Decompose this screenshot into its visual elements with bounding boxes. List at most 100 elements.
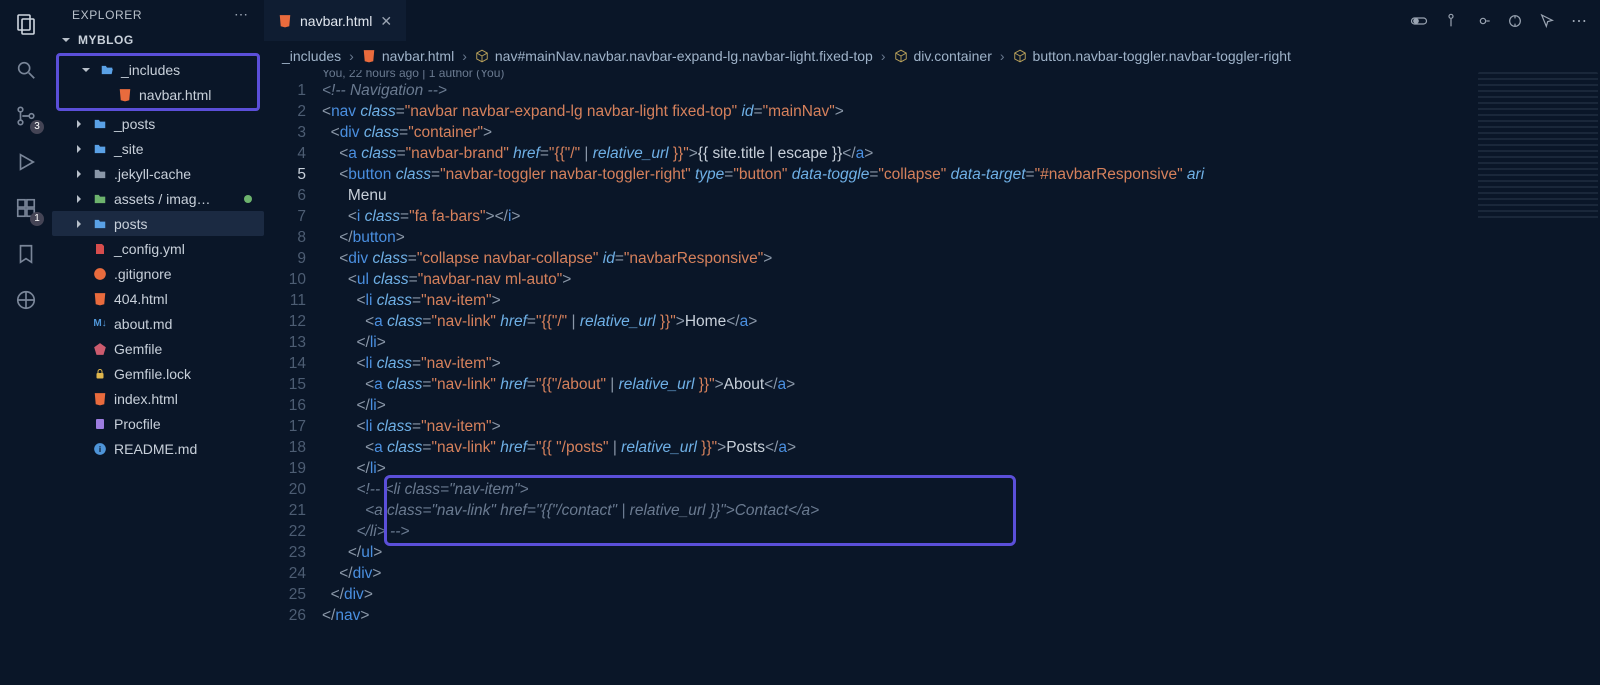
tree-item[interactable]: Gemfile.lock: [52, 361, 264, 386]
tree-item-label: _includes: [121, 62, 180, 78]
chevron-icon: [72, 168, 86, 180]
file-icon: [117, 87, 133, 103]
file-icon: [92, 391, 108, 407]
code-line[interactable]: <a class="nav-link" href="{{"/about" | r…: [322, 374, 1600, 395]
breadcrumb-segment[interactable]: nav#mainNav.navbar.navbar-expand-lg.navb…: [475, 48, 873, 64]
extensions-icon[interactable]: 1: [12, 194, 40, 222]
section-header[interactable]: MYBLOG: [52, 29, 264, 51]
breadcrumb-segment[interactable]: _includes: [282, 48, 341, 64]
tree-item[interactable]: _site: [52, 136, 264, 161]
tree-item[interactable]: Procfile: [52, 411, 264, 436]
minimap[interactable]: [1478, 72, 1598, 222]
toggle-icon[interactable]: [1410, 12, 1428, 30]
tree-item[interactable]: _config.yml: [52, 236, 264, 261]
chevron-down-icon: [60, 34, 72, 46]
tree-item[interactable]: M↓about.md: [52, 311, 264, 336]
html-icon: [278, 14, 292, 28]
split-editor-icon[interactable]: [1474, 12, 1492, 30]
code-line[interactable]: <!-- <li class="nav-item">: [322, 479, 1600, 500]
code-line[interactable]: </li>: [322, 458, 1600, 479]
chevron-icon: [72, 218, 86, 230]
code-line[interactable]: </ul>: [322, 542, 1600, 563]
breadcrumb-separator: ›: [349, 48, 354, 64]
chevron-icon: [79, 64, 93, 76]
code-editor[interactable]: 1234567891011121314151617181920212223242…: [264, 70, 1600, 685]
close-icon[interactable]: ✕: [380, 13, 392, 30]
code-content[interactable]: You, 22 hours ago | 1 author (You) <!-- …: [322, 70, 1600, 685]
code-line[interactable]: </li>: [322, 332, 1600, 353]
breadcrumb-segment[interactable]: navbar.html: [362, 48, 454, 64]
code-line[interactable]: <i class="fa fa-bars"></i>: [322, 206, 1600, 227]
explorer-icon[interactable]: [12, 10, 40, 38]
file-icon: [99, 62, 115, 78]
code-line[interactable]: <li class="nav-item">: [322, 353, 1600, 374]
sync-icon[interactable]: [1506, 12, 1524, 30]
code-line[interactable]: <nav class="navbar navbar-expand-lg navb…: [322, 101, 1600, 122]
tree-item-label: .gitignore: [114, 266, 172, 282]
breadcrumb-separator: ›: [881, 48, 886, 64]
code-line[interactable]: <ul class="navbar-nav ml-auto">: [322, 269, 1600, 290]
highlighted-tree-region: _includes navbar.html: [56, 53, 260, 111]
cursor-icon[interactable]: [1538, 12, 1556, 30]
tree-item[interactable]: _posts: [52, 111, 264, 136]
code-line[interactable]: </div>: [322, 584, 1600, 605]
tree-item[interactable]: iREADME.md: [52, 436, 264, 461]
file-icon: [92, 291, 108, 307]
tree-item[interactable]: 404.html: [52, 286, 264, 311]
breadcrumb-segment[interactable]: button.navbar-toggler.navbar-toggler-rig…: [1013, 48, 1291, 64]
breadcrumb-segment[interactable]: div.container: [894, 48, 992, 64]
chevron-icon: [72, 118, 86, 130]
circle-outline-icon[interactable]: [1442, 12, 1460, 30]
explorer-header: EXPLORER ⋯: [52, 0, 264, 29]
remote-icon[interactable]: [12, 286, 40, 314]
tree-item-label: posts: [114, 216, 147, 232]
code-line[interactable]: </div>: [322, 563, 1600, 584]
code-line[interactable]: <a class="nav-link" href="{{"/contact" |…: [322, 500, 1600, 521]
file-icon: [92, 116, 108, 132]
tree-item[interactable]: .gitignore: [52, 261, 264, 286]
tree-item[interactable]: assets / imag…: [52, 186, 264, 211]
breadcrumb[interactable]: _includes › navbar.html › nav#mainNav.navbar…: [264, 42, 1600, 70]
explorer-more-icon[interactable]: ⋯: [234, 6, 250, 23]
tab-bar: navbar.html ✕ ⋯: [264, 0, 1600, 42]
breadcrumb-label: nav#mainNav.navbar.navbar-expand-lg.navb…: [495, 48, 873, 64]
tree-item-label: navbar.html: [139, 87, 211, 103]
tab-navbar-html[interactable]: navbar.html ✕: [264, 0, 406, 41]
tree-item[interactable]: _includes: [59, 57, 257, 82]
file-icon: [92, 366, 108, 382]
tree-item-label: .jekyll-cache: [114, 166, 191, 182]
code-line[interactable]: <li class="nav-item">: [322, 416, 1600, 437]
activity-bar: 3 1: [0, 0, 52, 685]
code-line[interactable]: <li class="nav-item">: [322, 290, 1600, 311]
breadcrumb-label: navbar.html: [382, 48, 454, 64]
file-icon: [92, 416, 108, 432]
tree-item[interactable]: Gemfile: [52, 336, 264, 361]
bookmark-icon[interactable]: [12, 240, 40, 268]
code-line[interactable]: <a class="navbar-brand" href="{{"/" | re…: [322, 143, 1600, 164]
code-line[interactable]: <button class="navbar-toggler navbar-tog…: [322, 164, 1600, 185]
code-line[interactable]: </nav>: [322, 605, 1600, 626]
tree-item[interactable]: navbar.html: [59, 82, 257, 107]
tree-item[interactable]: posts: [52, 211, 264, 236]
symbol-icon: [1013, 49, 1027, 63]
code-line[interactable]: <!-- Navigation -->: [322, 80, 1600, 101]
line-gutter: 1234567891011121314151617181920212223242…: [264, 70, 322, 685]
code-line[interactable]: <div class="container">: [322, 122, 1600, 143]
more-icon[interactable]: ⋯: [1570, 12, 1588, 30]
code-line[interactable]: <div class="collapse navbar-collapse" id…: [322, 248, 1600, 269]
search-icon[interactable]: [12, 56, 40, 84]
tree-item[interactable]: .jekyll-cache: [52, 161, 264, 186]
file-icon: [92, 141, 108, 157]
code-line[interactable]: <a class="nav-link" href="{{ "/posts" | …: [322, 437, 1600, 458]
tree-item[interactable]: index.html: [52, 386, 264, 411]
code-line[interactable]: </li> -->: [322, 521, 1600, 542]
code-line[interactable]: </li>: [322, 395, 1600, 416]
modified-dot-icon: [244, 195, 252, 203]
code-line[interactable]: Menu: [322, 185, 1600, 206]
tree-item-label: about.md: [114, 316, 172, 332]
code-line[interactable]: <a class="nav-link" href="{{"/" | relati…: [322, 311, 1600, 332]
code-line[interactable]: </button>: [322, 227, 1600, 248]
run-debug-icon[interactable]: [12, 148, 40, 176]
sidebar: EXPLORER ⋯ MYBLOG _includes navbar.html _…: [52, 0, 264, 685]
source-control-icon[interactable]: 3: [12, 102, 40, 130]
